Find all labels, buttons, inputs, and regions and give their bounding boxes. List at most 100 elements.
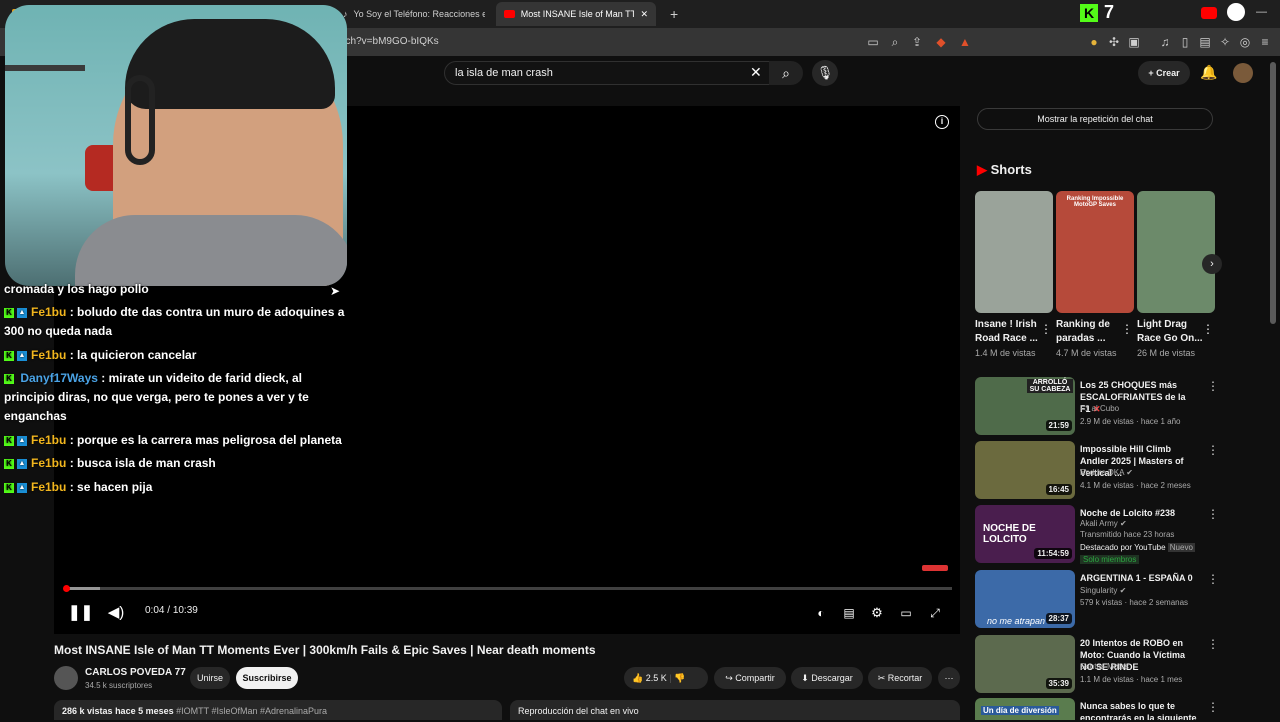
short-thumbnail[interactable]	[1137, 191, 1215, 313]
tab-current-video[interactable]: Most INSANE Isle of Man TT Mo ✕	[496, 2, 656, 26]
extension-badge-icon[interactable]	[1227, 3, 1245, 21]
short-thumbnail[interactable]	[975, 191, 1053, 313]
short-title[interactable]: Insane ! Irish Road Race ...	[975, 318, 1041, 346]
download-label: Descargar	[811, 673, 853, 683]
short-menu-icon[interactable]: ⋮	[1121, 322, 1133, 336]
channel-avatar[interactable]	[54, 666, 78, 690]
volume-button[interactable]: ◀)	[106, 602, 126, 624]
video-menu-icon[interactable]: ⋮	[1207, 572, 1219, 586]
menu-icon[interactable]: ≡	[1258, 35, 1272, 49]
voice-search-button[interactable]: 🎙	[812, 60, 838, 86]
autoplay-toggle[interactable]: ◐	[810, 602, 832, 624]
channel-name[interactable]: Enduro DKA ✔	[1080, 468, 1133, 477]
share-icon: ↪	[725, 673, 733, 683]
hashtags[interactable]: #IOMTT #IsleOfMan #AdrenalinaPura	[176, 706, 327, 716]
more-actions-button[interactable]: ⋯	[938, 667, 960, 689]
shorts-next-button[interactable]: ›	[1202, 254, 1222, 274]
share-page-icon[interactable]: ⇪	[910, 35, 924, 49]
url-field[interactable]: watch?v=bM9GO-bIQKs	[330, 32, 850, 52]
recommended-video[interactable]: Un día de diversión Nunca sabes lo que t…	[975, 698, 1220, 720]
miniplayer-button[interactable]: ▭	[897, 602, 915, 624]
music-icon[interactable]: ♫	[1158, 35, 1172, 49]
info-icon[interactable]: i	[935, 115, 949, 129]
shelf	[5, 65, 85, 71]
progress-bar[interactable]	[64, 587, 952, 590]
leo-icon[interactable]: ✧	[1218, 35, 1232, 49]
chat-message: K ▲ Fe1bu : se hacen pija	[4, 478, 349, 497]
video-menu-icon[interactable]: ⋮	[1207, 507, 1219, 521]
search-input[interactable]: la isla de man crash	[444, 61, 772, 85]
screen-icon[interactable]: ▭	[866, 35, 880, 49]
sub-badge-icon: ▲	[17, 435, 27, 446]
recommended-video[interactable]: no me atrapan 28:37 ARGENTINA 1 - ESPAÑA…	[975, 570, 1220, 628]
notifications-icon[interactable]: 🔔	[1200, 64, 1217, 81]
chevron-right-icon: ›	[1210, 258, 1214, 270]
video-menu-icon[interactable]: ⋮	[1207, 700, 1219, 714]
search-button[interactable]: ⌕	[769, 61, 803, 85]
short-title[interactable]: Ranking de paradas ...	[1056, 318, 1122, 346]
time-current: 0:04	[145, 605, 165, 616]
short-title[interactable]: Light Drag Race Go On...	[1137, 318, 1203, 346]
fullscreen-button[interactable]: ⤢	[926, 602, 944, 624]
brave-shield-icon[interactable]: ◆	[934, 35, 948, 49]
recommended-video[interactable]: 16:45 Impossible Hill Climb Andler 2025 …	[975, 441, 1220, 499]
brave-rewards-icon[interactable]: ▲	[958, 35, 972, 49]
tab-reacciones[interactable]: ♪ Yo Soy el Teléfono: Reacciones en Re	[335, 2, 485, 26]
mouse-cursor-icon: ➤	[330, 284, 341, 298]
video-menu-icon[interactable]: ⋮	[1207, 443, 1219, 457]
channel-name[interactable]: Akali Army ✔	[1080, 519, 1127, 528]
channel-name[interactable]: Santas Motos	[1080, 662, 1129, 671]
short-thumbnail[interactable]: Ranking Impossible MotoGP Saves	[1056, 191, 1134, 313]
chat-text: : busca isla de man crash	[69, 456, 216, 470]
video-title[interactable]: Noche de Lolcito #238	[1080, 507, 1198, 519]
channel-name[interactable]: F1 al Cubo	[1080, 404, 1119, 413]
sidebar-icon[interactable]: ▯	[1178, 35, 1192, 49]
close-tab-icon[interactable]: ✕	[640, 9, 648, 20]
puzzle-icon[interactable]: ✣	[1107, 35, 1121, 49]
short-menu-icon[interactable]: ⋮	[1202, 322, 1214, 336]
recommended-video[interactable]: 35:39 20 Intentos de ROBO en Moto: Cuand…	[975, 635, 1220, 693]
extension-icon[interactable]: ●	[1087, 35, 1101, 49]
clear-search-icon[interactable]: ✕	[750, 64, 762, 81]
scrollbar[interactable]	[1270, 62, 1276, 324]
shorts-heading: ▶ Shorts	[977, 162, 1032, 178]
zoom-icon[interactable]: ⌕	[888, 35, 902, 49]
progress-scrubber[interactable]	[63, 585, 70, 592]
video-thumbnail[interactable]: Un día de diversión	[975, 698, 1075, 720]
show-chat-replay-button[interactable]: Mostrar la repetición del chat	[977, 108, 1213, 130]
clip-button[interactable]: ✂ Recortar	[868, 667, 932, 689]
avatar[interactable]	[1233, 63, 1253, 83]
create-button[interactable]: + Crear	[1138, 61, 1190, 85]
share-button[interactable]: ↪ Compartir	[714, 667, 786, 689]
download-button[interactable]: ⬇ Descargar	[791, 667, 863, 689]
pause-button[interactable]: ❚❚	[68, 602, 93, 624]
minimize-icon[interactable]: —	[1256, 6, 1267, 18]
video-title[interactable]: Nunca sabes lo que te encontrarás en la …	[1080, 700, 1198, 720]
short-menu-icon[interactable]: ⋮	[1040, 322, 1052, 336]
subscribe-button[interactable]: Suscribirse	[236, 667, 298, 689]
youtube-ext-icon[interactable]	[1201, 7, 1217, 19]
join-button[interactable]: Unirse	[190, 667, 230, 689]
description-box[interactable]: 286 k vistas hace 5 meses #IOMTT #IsleOf…	[54, 700, 502, 720]
channel-name[interactable]: CARLOS POVEDA 77	[85, 667, 186, 678]
screenshot-icon[interactable]: ▣	[1127, 35, 1141, 49]
video-menu-icon[interactable]: ⋮	[1207, 637, 1219, 651]
chat-replay-panel[interactable]: Reproducción del chat en vivo	[510, 700, 960, 720]
wallet-icon[interactable]: ▤	[1198, 35, 1212, 49]
recommended-video[interactable]: NOCHE DE LOLCITO 11:54:59 Noche de Lolci…	[975, 505, 1220, 564]
new-tab-button[interactable]: +	[662, 2, 682, 26]
settings-button[interactable]: ⚙	[868, 602, 886, 624]
verified-icon: ✔	[1119, 586, 1127, 595]
channel-name[interactable]: Singularity ✔	[1080, 586, 1126, 595]
video-menu-icon[interactable]: ⋮	[1207, 379, 1219, 393]
vpn-icon[interactable]: ◎	[1238, 35, 1252, 49]
video-duration: 21:59	[1045, 420, 1072, 431]
subtitles-button[interactable]: ▤	[840, 602, 858, 624]
short-views: 1.4 M de vistas	[975, 348, 1036, 358]
like-button[interactable]: 👍 2.5 K | 👎	[624, 667, 708, 689]
streamer-shirt	[75, 215, 347, 286]
featured-label: Destacado por YouTube	[1080, 543, 1166, 552]
video-title[interactable]: ARGENTINA 1 - ESPAÑA 0	[1080, 572, 1198, 584]
recommended-video[interactable]: ARROLLÓ SU CABEZA 21:59 Los 25 CHOQUES m…	[975, 377, 1220, 435]
channel-name-text: Singularity	[1080, 586, 1118, 595]
